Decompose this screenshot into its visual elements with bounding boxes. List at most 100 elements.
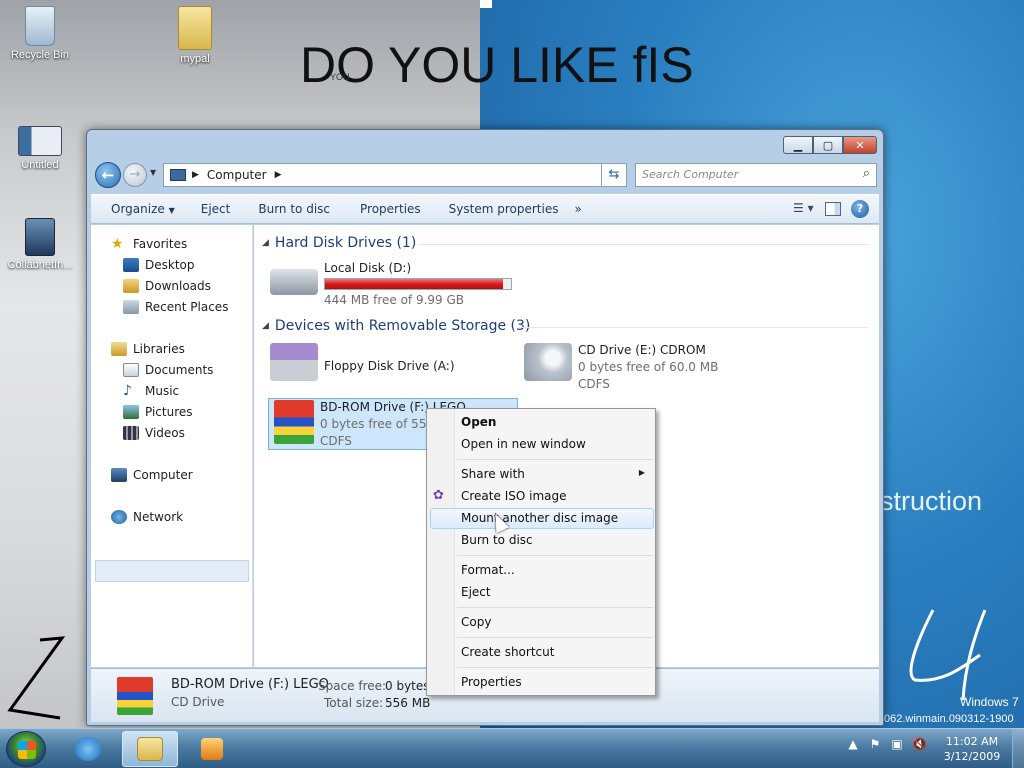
menu-item-open-new-window[interactable]: Open in new window <box>461 437 586 451</box>
breadcrumb-computer[interactable]: Computer <box>207 168 267 182</box>
details-type: CD Drive <box>171 695 225 709</box>
lego-house-icon <box>117 677 153 715</box>
nav-libraries[interactable]: Libraries <box>111 342 185 356</box>
maximize-button[interactable]: ▢ <box>813 136 843 154</box>
libraries-icon <box>111 342 127 356</box>
nav-documents[interactable]: Documents <box>123 363 213 377</box>
navigation-bar: ← → ▼ ▶ Computer ▶ ▼ ⇆ Search Computer ⌕ <box>93 160 877 190</box>
taskbar-internet-explorer[interactable] <box>60 731 116 767</box>
media-player-icon <box>201 738 223 760</box>
nav-downloads[interactable]: Downloads <box>123 279 211 293</box>
group-header-removable[interactable]: ◢ Devices with Removable Storage (3) <box>262 318 530 334</box>
desktop-icon-recycle-bin[interactable]: Recycle Bin <box>0 6 80 61</box>
menu-separator <box>457 667 653 668</box>
taskbar-windows-explorer[interactable] <box>122 731 178 767</box>
change-view-icon[interactable]: ☰ ▾ <box>793 201 815 217</box>
computer-icon <box>111 468 127 482</box>
collapse-arrow-icon[interactable]: ◢ <box>262 238 269 248</box>
desktop-icon-untitled[interactable]: Untitled <box>0 126 80 171</box>
nav-pictures[interactable]: Pictures <box>123 405 193 419</box>
nav-desktop-label: Desktop <box>145 258 195 272</box>
desktop-icon-label: Recycle Bin <box>10 49 70 61</box>
context-menu: Open Open in new window Share with ▶ ✿ C… <box>426 408 656 696</box>
drive-cd[interactable]: CD Drive (E:) CDROM 0 bytes free of 60.0… <box>524 343 718 391</box>
nav-documents-label: Documents <box>145 363 214 377</box>
refresh-button[interactable]: ⇆ <box>601 163 627 187</box>
menu-item-mount-disc-image[interactable]: Mount another disc image <box>461 511 618 525</box>
folder-icon <box>137 737 163 761</box>
nav-network[interactable]: Network <box>111 510 183 524</box>
volume-muted-icon[interactable]: 🔇 <box>912 737 927 751</box>
breadcrumb-chevron-icon[interactable]: ▶ <box>275 170 282 180</box>
preview-pane-icon[interactable] <box>825 202 841 216</box>
nav-desktop[interactable]: Desktop <box>123 258 195 272</box>
cd-drive-icon <box>524 343 572 381</box>
show-hidden-icons-icon[interactable]: ▲ <box>846 737 860 751</box>
nav-selection-highlight <box>95 560 249 582</box>
burn-to-disc-button[interactable]: Burn to disc <box>240 202 340 216</box>
eject-button[interactable]: Eject <box>185 202 241 216</box>
documents-icon <box>123 363 139 377</box>
nav-pictures-label: Pictures <box>145 405 193 419</box>
clock[interactable]: 11:02 AM 3/12/2009 <box>940 734 1004 764</box>
desktop-icon-collabnet[interactable]: CollabnetIn... <box>0 218 80 271</box>
menu-separator <box>457 607 653 608</box>
menu-item-burn-to-disc[interactable]: Burn to disc <box>461 533 533 547</box>
taskbar: ▲ ⚑ ▣ 🔇 11:02 AM 3/12/2009 <box>0 728 1024 768</box>
back-button[interactable]: ← <box>95 162 121 188</box>
recent-pages-dropdown[interactable]: ▼ <box>150 168 156 177</box>
menu-item-create-shortcut[interactable]: Create shortcut <box>461 645 554 659</box>
nav-favorites-label: Favorites <box>133 237 188 251</box>
menu-item-eject[interactable]: Eject <box>461 585 491 599</box>
nav-videos[interactable]: Videos <box>123 426 185 440</box>
desktop-icon-mypal[interactable]: mypal <box>155 6 235 65</box>
breadcrumb-separator-icon[interactable]: ▶ <box>192 170 199 180</box>
drive-local-disk[interactable]: Local Disk (D:) 444 MB free of 9.99 GB <box>270 261 512 307</box>
organize-label: Organize <box>111 202 165 216</box>
action-center-flag-icon[interactable]: ⚑ <box>868 737 882 751</box>
collapse-arrow-icon[interactable]: ◢ <box>262 321 269 331</box>
show-desktop-button[interactable] <box>1012 729 1024 768</box>
help-icon[interactable]: ? <box>851 200 869 218</box>
search-icon[interactable]: ⌕ <box>863 166 870 181</box>
menu-item-open[interactable]: Open <box>461 415 496 429</box>
menu-item-share-with[interactable]: Share with <box>461 467 525 481</box>
recent-places-icon <box>123 300 139 314</box>
nav-recent-places[interactable]: Recent Places <box>123 300 228 314</box>
nav-libraries-label: Libraries <box>133 342 185 356</box>
details-title: BD-ROM Drive (F:) LEGO <box>171 677 329 692</box>
taskbar-media-player[interactable] <box>184 731 240 767</box>
nav-favorites[interactable]: ★ Favorites <box>111 237 187 251</box>
address-bar[interactable]: ▶ Computer ▶ ▼ <box>163 163 623 187</box>
forward-button[interactable]: → <box>123 163 147 187</box>
navigation-pane: ★ Favorites Desktop Downloads Recent Pla… <box>91 225 253 667</box>
desktop-corner-patch <box>480 0 492 8</box>
menu-item-properties[interactable]: Properties <box>461 675 522 689</box>
caption-buttons: ▁ ▢ ✕ <box>783 136 877 154</box>
drive-usage-fill <box>325 279 503 289</box>
document-icon <box>18 126 62 156</box>
search-input[interactable]: Search Computer ⌕ <box>635 163 877 187</box>
drive-floppy[interactable]: Floppy Disk Drive (A:) <box>270 343 455 381</box>
organize-button[interactable]: Organize ▼ <box>91 202 185 216</box>
details-space-free-label: Space free: <box>318 679 387 693</box>
start-button[interactable] <box>6 731 46 767</box>
system-properties-button[interactable]: System properties <box>431 202 569 216</box>
menu-item-create-iso[interactable]: Create ISO image <box>461 489 566 503</box>
properties-button[interactable]: Properties <box>340 202 431 216</box>
group-header-hard-disks[interactable]: ◢ Hard Disk Drives (1) <box>262 235 416 251</box>
nav-music[interactable]: ♪ Music <box>123 384 179 398</box>
menu-item-format[interactable]: Format... <box>461 563 515 577</box>
overlay-small-caption: YOU <box>330 72 350 82</box>
minimize-button[interactable]: ▁ <box>783 136 813 154</box>
nav-computer-label: Computer <box>133 468 193 482</box>
search-placeholder: Search Computer <box>642 168 739 181</box>
network-status-icon[interactable]: ▣ <box>890 737 904 751</box>
nav-computer[interactable]: Computer <box>111 468 193 482</box>
context-menu-icon-strip <box>427 409 455 695</box>
more-commands-button[interactable]: » <box>568 202 591 216</box>
overlay-caption: DO YOU LIKE fIS <box>300 37 694 93</box>
group-header-hdd-label: Hard Disk Drives (1) <box>274 235 417 251</box>
close-button[interactable]: ✕ <box>843 136 877 154</box>
menu-item-copy[interactable]: Copy <box>461 615 491 629</box>
